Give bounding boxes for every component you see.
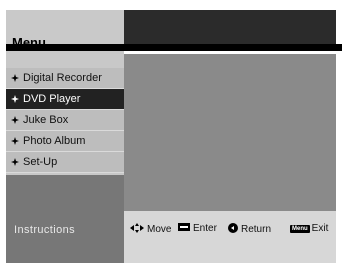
hint-enter-label: Enter [193, 223, 217, 234]
hint-exit: Menu Exit [290, 223, 328, 234]
content-area [124, 54, 336, 211]
menu-item-label: DVD Player [23, 93, 81, 105]
instructions-label: Instructions [14, 224, 76, 236]
menu-item-label: Set-Up [23, 156, 58, 168]
instructions-label-box: Instructions [6, 211, 124, 263]
menu-key-badge: Menu [290, 224, 310, 233]
menu-item-label: Juke Box [23, 114, 69, 126]
menu-item-set-up[interactable]: Set-Up [6, 152, 124, 173]
menu-item-label: Photo Album [23, 135, 86, 147]
menu-item-digital-recorder[interactable]: Digital Recorder [6, 68, 124, 89]
hint-move: Move [130, 223, 171, 236]
hint-exit-label: Exit [311, 223, 329, 234]
menu-item-photo-album[interactable]: Photo Album [6, 131, 124, 152]
instructions-bar: Move Enter Return Menu Exit [124, 211, 336, 263]
bullet-icon [11, 74, 19, 82]
hint-move-label: Move [147, 224, 172, 235]
menu-item-dvd-player[interactable]: DVD Player [6, 89, 124, 110]
bullet-icon [11, 158, 19, 166]
hint-return-label: Return [241, 224, 272, 235]
bullet-icon [11, 95, 19, 103]
menu-item-juke-box[interactable]: Juke Box [6, 110, 124, 131]
bullet-icon [11, 137, 19, 145]
bullet-icon [11, 116, 19, 124]
hint-return: Return [228, 223, 271, 236]
instructions-row: Instructions Move Enter Return Menu Exit [6, 211, 336, 263]
arrows-icon [130, 223, 144, 236]
title-divider [6, 44, 342, 51]
screen: Menu Digital Recorder DVD Player Juke Bo… [0, 0, 342, 266]
menu-list: Digital Recorder DVD Player Juke Box Pho… [6, 68, 124, 173]
return-icon [228, 223, 238, 236]
enter-icon [178, 223, 190, 234]
menu-item-label: Digital Recorder [23, 72, 102, 84]
hint-enter: Enter [178, 223, 217, 234]
